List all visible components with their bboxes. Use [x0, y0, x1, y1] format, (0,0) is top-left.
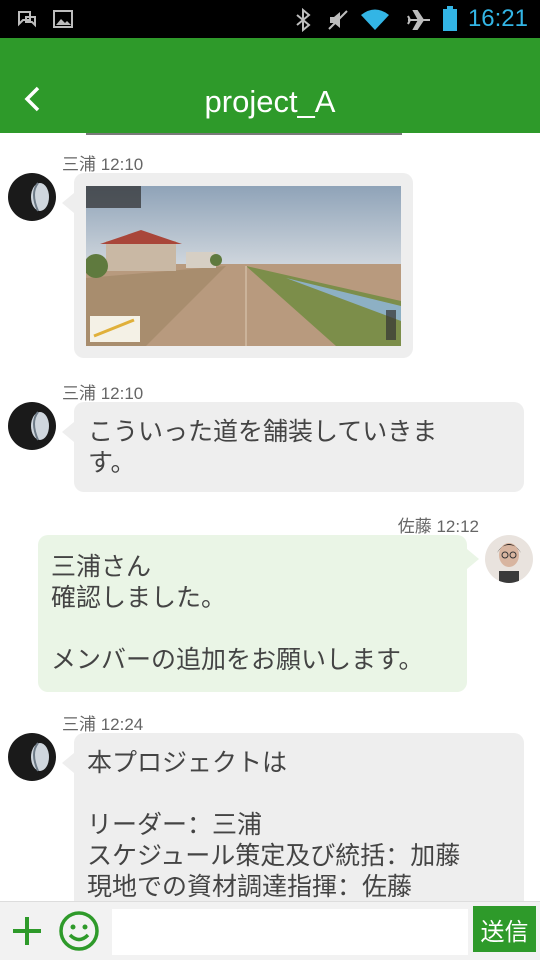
avatar[interactable]: [8, 733, 56, 781]
avatar[interactable]: [8, 402, 56, 450]
send-button[interactable]: 送信: [473, 906, 536, 952]
plus-icon: [13, 917, 41, 945]
image-notification-icon: [52, 8, 74, 34]
add-attachment-button[interactable]: [10, 911, 44, 951]
wifi-icon: [360, 8, 390, 36]
avatar[interactable]: [485, 535, 533, 583]
message-bubble[interactable]: [62, 173, 413, 358]
previous-image-edge: [86, 133, 402, 135]
message-header: 三浦 12:10: [62, 384, 144, 403]
bluetooth-icon: [292, 7, 314, 36]
smiley-icon: [59, 911, 99, 951]
message-header: 三浦 12:10: [62, 155, 144, 174]
message-text: こういった道を舗装していきま す。: [88, 417, 438, 477]
message-bubble[interactable]: こういった道を舗装していきま す。: [62, 402, 524, 492]
page-title: project_A: [204, 84, 336, 119]
message-bubble[interactable]: 三浦さん 確認しました。 メンバーの追加をお願いします。: [38, 535, 479, 692]
avatar[interactable]: [8, 173, 56, 221]
message-header: 三浦 12:24: [62, 715, 144, 734]
status-time: 16:21: [467, 5, 528, 32]
street-view-photo[interactable]: [86, 186, 401, 346]
message-bubble[interactable]: 本プロジェクトは リーダー：三浦 スケジュール策定及び統括：加藤 現地での資材調…: [62, 733, 524, 901]
message-header: 佐藤 12:12: [397, 517, 479, 536]
chat-area[interactable]: 三浦 12:10 三浦 12:10 こういった道を舗装していきま す。 佐藤 1…: [0, 133, 540, 901]
message-input[interactable]: [112, 909, 468, 955]
status-bar: 16:21: [0, 0, 540, 38]
notification-icon: [16, 8, 38, 34]
mute-icon: [326, 8, 350, 36]
airplane-mode-icon: [406, 8, 432, 36]
battery-icon: [442, 6, 458, 36]
message-text: 本プロジェクトは リーダー：三浦 スケジュール策定及び統括：加藤 現地での資材調…: [87, 748, 461, 901]
emoji-button[interactable]: [58, 910, 100, 952]
app-bar: project_A: [0, 38, 540, 133]
message-text: 三浦さん 確認しました。 メンバーの追加をお願いします。: [51, 552, 424, 674]
input-bar: 送信: [0, 901, 540, 960]
